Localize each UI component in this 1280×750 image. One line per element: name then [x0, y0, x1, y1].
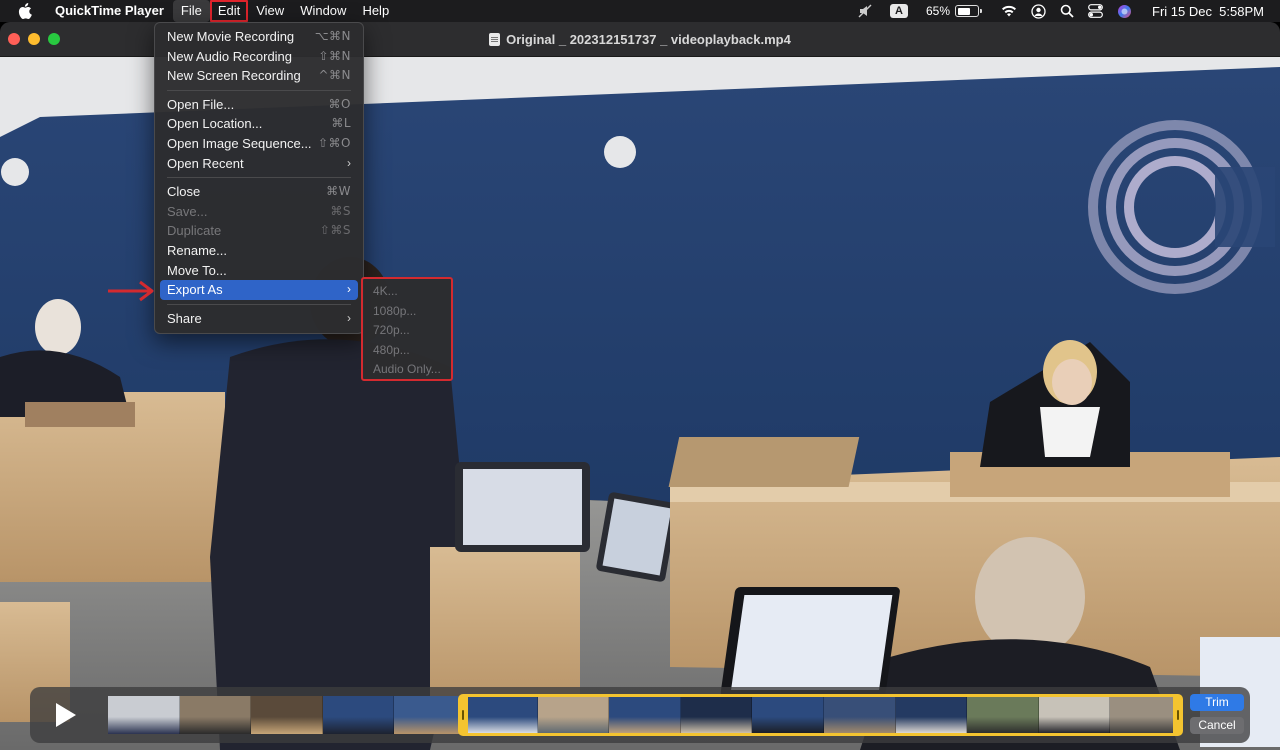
- wifi-icon[interactable]: [1001, 0, 1017, 22]
- battery-icon: [955, 5, 982, 17]
- menu-item-label: Save...: [167, 203, 208, 219]
- battery-fill: [957, 7, 970, 15]
- menu-item-label: Open File...: [167, 96, 235, 112]
- chevron-right-icon: ›: [347, 155, 351, 170]
- search-icon[interactable]: [1060, 0, 1074, 22]
- export-720p-item: 720p...: [373, 323, 410, 338]
- menu-item-shortcut: ⇧⌘N: [318, 48, 351, 63]
- app-menu[interactable]: QuickTime Player: [49, 0, 173, 22]
- menu-item-open-recent[interactable]: Open Recent ›: [160, 154, 358, 174]
- menu-item-label: Export As: [167, 282, 223, 298]
- menu-view[interactable]: View: [248, 0, 292, 22]
- menu-item-new-screen-recording[interactable]: New Screen Recording ^⌘N: [160, 66, 358, 86]
- menu-item-rename[interactable]: Rename...: [160, 241, 358, 261]
- menu-item-label: New Audio Recording: [167, 48, 293, 64]
- menu-item-duplicate: Duplicate ⇧⌘S: [160, 221, 358, 241]
- menu-item-open-image-sequence[interactable]: Open Image Sequence... ⇧⌘O: [160, 134, 358, 154]
- menu-file[interactable]: File: [172, 0, 210, 22]
- video-thumbnail: [179, 696, 252, 734]
- trim-bar: Trim Cancel: [30, 687, 1250, 743]
- menu-help[interactable]: Help: [354, 0, 397, 22]
- menu-window[interactable]: Window: [292, 0, 354, 22]
- file-menu: New Movie Recording ⌥⌘N New Audio Recordi…: [154, 22, 364, 334]
- battery-percent: 65%: [925, 4, 950, 18]
- menu-edit[interactable]: Edit: [209, 0, 249, 22]
- export-4k-item: 4K...: [373, 284, 398, 298]
- menu-item-move-to[interactable]: Move To...: [160, 261, 358, 281]
- trim-right-handle[interactable]: [1177, 710, 1179, 720]
- menu-item-label: New Screen Recording: [167, 68, 301, 84]
- play-icon[interactable]: [50, 701, 78, 729]
- video-thumbnail: [108, 696, 180, 734]
- siri-icon[interactable]: [1117, 0, 1132, 22]
- menu-item-close[interactable]: Close ⌘W: [160, 182, 358, 202]
- export-1080p-item: 1080p...: [373, 303, 417, 318]
- annotation-arrow-icon: [106, 280, 156, 302]
- menu-item-new-audio-recording[interactable]: New Audio Recording ⇧⌘N: [160, 47, 358, 67]
- menu-item-shortcut: ⌘O: [328, 96, 351, 111]
- menu-item-label: Move To...: [167, 262, 227, 278]
- trim-left-handle[interactable]: [462, 710, 464, 720]
- export-audio-only-item: Audio Only...: [373, 362, 441, 377]
- chevron-right-icon: ›: [347, 310, 351, 325]
- menu-item-label: Duplicate: [167, 223, 222, 239]
- menu-separator: [167, 89, 351, 91]
- menu-item-label: Open Location...: [167, 116, 263, 132]
- menu-item-shortcut: ⌘L: [331, 116, 351, 131]
- menu-item-shortcut: ⌥⌘N: [314, 29, 351, 43]
- trim-button[interactable]: Trim: [1190, 694, 1244, 711]
- clock[interactable]: Fri 15 Dec 5:58PM: [1152, 0, 1264, 22]
- menu-separator: [167, 303, 351, 305]
- apple-icon[interactable]: [17, 3, 33, 19]
- menu-item-shortcut: ⌘S: [330, 203, 351, 218]
- menu-item-export-as[interactable]: Export As ›: [160, 280, 358, 300]
- close-window-button[interactable]: [8, 33, 20, 45]
- menu-item-save: Save... ⌘S: [160, 202, 358, 222]
- export-as-submenu: 4K... 1080p... 720p... 480p... Audio Onl…: [361, 277, 453, 381]
- menu-bar: QuickTime Player File Edit View Window H…: [0, 0, 1280, 22]
- user-icon[interactable]: [1031, 0, 1046, 22]
- menu-item-open-file[interactable]: Open File... ⌘O: [160, 95, 358, 115]
- video-thumbnail: [394, 696, 466, 734]
- chevron-right-icon: ›: [347, 282, 351, 297]
- menu-item-shortcut: ⇧⌘O: [318, 135, 351, 150]
- menu-item-shortcut: ⌘W: [326, 184, 351, 199]
- menu-item-label: Open Recent: [167, 155, 244, 171]
- battery-status[interactable]: 65%: [925, 0, 982, 22]
- export-480p-item: 480p...: [373, 342, 410, 357]
- control-center-icon[interactable]: [1088, 0, 1103, 22]
- menu-item-label: Rename...: [167, 242, 227, 258]
- trim-selection[interactable]: [458, 694, 1183, 736]
- document-icon: [489, 32, 501, 46]
- menu-item-shortcut: ^⌘N: [318, 68, 351, 83]
- menu-item-label: Open Image Sequence...: [167, 135, 312, 151]
- mute-icon[interactable]: [858, 0, 872, 22]
- menu-item-open-location[interactable]: Open Location... ⌘L: [160, 114, 358, 134]
- menu-item-label: New Movie Recording: [167, 29, 295, 44]
- menu-item-new-movie-recording[interactable]: New Movie Recording ⌥⌘N: [160, 27, 358, 47]
- menu-item-label: Share: [167, 310, 202, 326]
- menu-item-shortcut: ⇧⌘S: [319, 223, 351, 238]
- menu-item-share[interactable]: Share ›: [160, 309, 358, 329]
- video-thumbnail: [251, 696, 323, 734]
- window-title-text: Original _ 202312151737 _ videoplayback.…: [506, 31, 791, 47]
- zoom-window-button[interactable]: [48, 33, 60, 45]
- menu-item-label: Close: [167, 184, 201, 200]
- keyboard-input-icon[interactable]: A: [889, 4, 908, 18]
- cancel-button[interactable]: Cancel: [1190, 717, 1244, 734]
- minimize-window-button[interactable]: [28, 33, 40, 45]
- video-thumbnail: [322, 696, 395, 734]
- menu-separator: [167, 177, 351, 179]
